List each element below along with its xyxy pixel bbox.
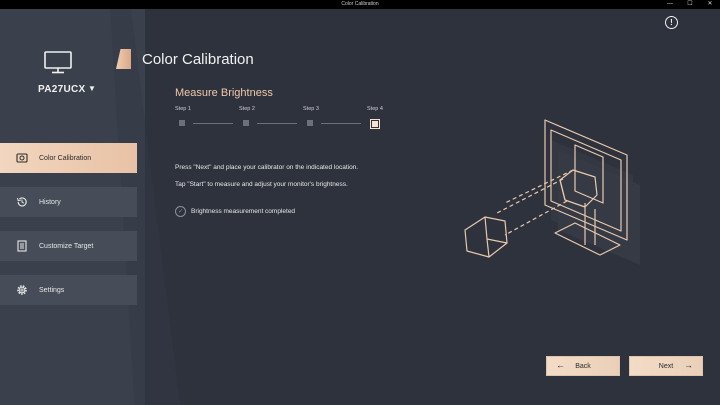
calibrator-illustration (464, 119, 640, 265)
step-connector (321, 123, 361, 124)
instruction-text: Press "Next" and place your calibrator o… (175, 164, 359, 171)
title-bar: Color Calibration — ☐ ✕ (0, 0, 720, 9)
model-name[interactable]: PA27UCX (38, 84, 86, 95)
window-controls: — ☐ ✕ (660, 0, 720, 9)
status-row: ✓ Brightness measurement completed (175, 206, 295, 217)
info-icon[interactable]: ! (665, 16, 678, 29)
step-4-marker (370, 119, 380, 129)
sidebar-item-settings[interactable]: Settings (0, 275, 137, 305)
instruction-text: Tap "Start" to measure and adjust your m… (175, 181, 348, 188)
minimize-button[interactable]: — (660, 0, 680, 9)
step-label: Step 3 (303, 106, 319, 112)
step-1-marker (179, 120, 185, 126)
sidebar-item-label: History (39, 198, 61, 206)
maximize-button[interactable]: ☐ (680, 0, 700, 9)
step-3-marker (307, 120, 313, 126)
document-icon (15, 239, 29, 253)
step-connector (193, 123, 233, 124)
page-title: Color Calibration (142, 51, 254, 68)
sidebar-item-label: Color Calibration (39, 154, 92, 162)
sidebar-item-label: Customize Target (39, 242, 94, 250)
step-label: Step 1 (175, 106, 191, 112)
section-title: Measure Brightness (175, 87, 273, 99)
sidebar-item-color-calibration[interactable]: Color Calibration (0, 143, 137, 173)
sidebar-item-customize-target[interactable]: Customize Target (0, 231, 137, 261)
next-button-label: Next (658, 362, 674, 370)
arrow-right-icon: → (684, 360, 693, 370)
history-icon (15, 195, 29, 209)
gear-icon (15, 283, 29, 297)
step-label: Step 4 (367, 106, 383, 112)
step-indicator: Step 1 Step 2 Step 3 Step 4 (175, 106, 395, 136)
window-title: Color Calibration (341, 1, 379, 7)
step-label: Step 2 (239, 106, 255, 112)
back-button[interactable]: ← Back (546, 356, 620, 376)
sidebar-item-label: Settings (39, 286, 65, 294)
sidebar-item-history[interactable]: History (0, 187, 137, 217)
calibration-icon (15, 151, 29, 165)
close-button[interactable]: ✕ (700, 0, 720, 9)
monitor-icon (44, 51, 72, 74)
back-button-label: Back (575, 362, 591, 370)
step-connector (257, 123, 297, 124)
check-icon: ✓ (175, 206, 186, 217)
arrow-left-icon: ← (556, 360, 565, 370)
status-text: Brightness measurement completed (191, 208, 296, 215)
step-2-marker (243, 120, 249, 126)
model-dropdown-icon[interactable]: ▼ (88, 84, 96, 93)
next-button[interactable]: Next → (629, 356, 703, 376)
